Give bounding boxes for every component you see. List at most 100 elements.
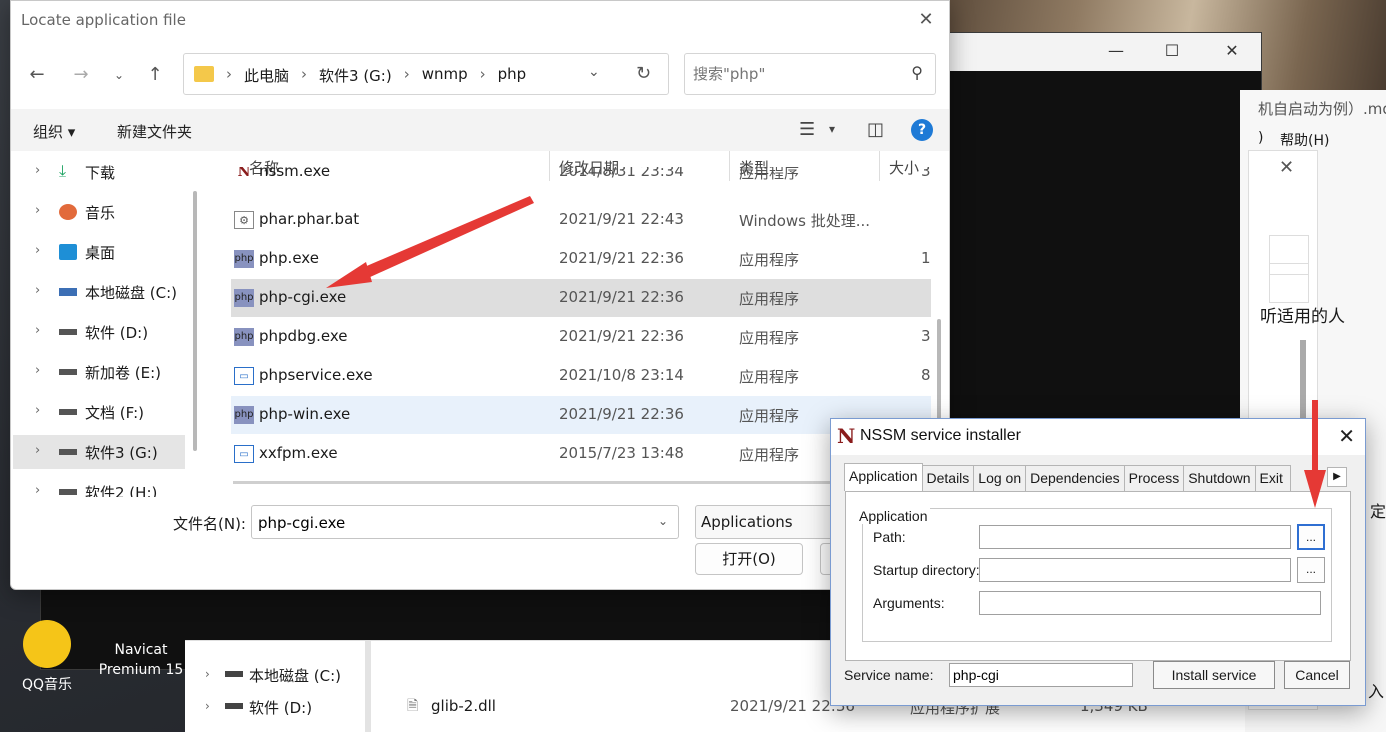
close-icon[interactable]: ✕ <box>1279 157 1294 178</box>
nav-item-drive-c[interactable]: › 本地磁盘 (C:) <box>13 275 185 309</box>
file-row[interactable]: php php.exe 2021/9/21 22:36 应用程序 1 <box>231 240 931 278</box>
back-arrow-icon[interactable]: ← <box>23 61 51 89</box>
filename-input[interactable] <box>258 512 638 534</box>
bg-nav-item[interactable]: 本地磁盘 (C:) <box>249 665 341 686</box>
tab-details[interactable]: Details <box>921 465 975 491</box>
chevron-right-icon[interactable]: › <box>35 483 40 497</box>
chevron-right-icon[interactable]: › <box>205 699 210 713</box>
file-row[interactable]: php php-win.exe 2021/9/21 22:36 应用程序 <box>231 396 931 434</box>
chevron-down-icon[interactable]: ▾ <box>829 122 835 136</box>
nssm-installer-dialog: N NSSM service installer ✕ Application D… <box>830 418 1366 706</box>
desktop-icon-qqmusic[interactable]: QQ音乐 <box>2 620 92 694</box>
path-input[interactable] <box>979 525 1291 549</box>
maximize-icon[interactable]: ☐ <box>1157 41 1187 63</box>
help-icon[interactable]: ? <box>911 119 933 141</box>
nssm-tab-strip: Application Details Log on Dependencies … <box>844 463 1291 491</box>
file-size: 3 <box>921 327 931 345</box>
nav-item-drive-d[interactable]: › 软件 (D:) <box>13 315 185 349</box>
chevron-right-icon[interactable]: › <box>35 363 40 378</box>
breadcrumb-item[interactable]: 此电脑 <box>244 65 289 86</box>
search-box[interactable]: ⚲ <box>684 53 936 95</box>
install-service-button[interactable]: Install service <box>1153 661 1275 689</box>
nav-item-drive-g[interactable]: › 软件3 (G:) <box>13 435 185 469</box>
tab-exit[interactable]: Exit <box>1254 465 1291 491</box>
startup-directory-input[interactable] <box>979 558 1291 582</box>
close-icon[interactable]: ✕ <box>913 7 939 33</box>
file-row[interactable]: ▭ phpservice.exe 2021/10/8 23:14 应用程序 8 <box>231 357 931 395</box>
nav-item-drive-h[interactable]: › 软件2 (H:) <box>13 475 185 497</box>
file-name: xxfpm.exe <box>259 444 338 462</box>
desktop-icon <box>59 244 77 260</box>
chevron-right-icon[interactable]: › <box>35 323 40 338</box>
editor-menu-help[interactable]: 帮助(H) <box>1280 130 1329 150</box>
tab-shutdown[interactable]: Shutdown <box>1183 465 1256 491</box>
nav-item-label: 音乐 <box>85 204 116 222</box>
address-bar[interactable]: › 此电脑 › 软件3 (G:) › wnmp › php ⌄ ↻ <box>183 53 669 95</box>
file-row[interactable]: php phpdbg.exe 2021/9/21 22:36 应用程序 3 <box>231 318 931 356</box>
new-folder-button[interactable]: 新建文件夹 <box>117 121 192 142</box>
breadcrumb-item[interactable]: 软件3 (G:) <box>319 65 392 86</box>
file-name: nssm.exe <box>259 167 331 180</box>
service-name-field[interactable] <box>949 663 1133 687</box>
file-row[interactable]: ⚙ phar.phar.bat 2021/9/21 22:43 Windows … <box>231 201 931 239</box>
open-button[interactable]: 打开(O) <box>695 543 803 575</box>
cancel-button[interactable]: Cancel <box>1284 661 1350 689</box>
chevron-right-icon[interactable]: › <box>35 403 40 418</box>
organize-button[interactable]: 组织 ▾ <box>33 121 75 142</box>
file-name: php.exe <box>259 249 319 267</box>
arguments-input[interactable] <box>979 591 1321 615</box>
chevron-right-icon[interactable]: › <box>35 203 40 218</box>
up-arrow-icon[interactable]: ↑ <box>141 61 169 89</box>
service-name-input[interactable] <box>953 667 1123 683</box>
view-options-icon[interactable]: ☰ <box>799 119 815 140</box>
bg-nav-item[interactable]: 软件 (D:) <box>249 697 312 718</box>
breadcrumb-item[interactable]: php <box>498 65 527 86</box>
chevron-right-icon[interactable]: › <box>205 667 210 681</box>
file-date: 2021/9/21 22:36 <box>559 288 684 306</box>
file-type: 应用程序 <box>739 368 800 386</box>
forward-arrow-icon[interactable]: → <box>67 61 95 89</box>
arguments-label: Arguments: <box>873 595 945 611</box>
desktop-icon-navicat[interactable]: Navicat Premium 15 <box>96 640 186 680</box>
startup-browse-button[interactable]: ... <box>1297 557 1325 583</box>
tab-log-on[interactable]: Log on <box>973 465 1027 491</box>
nav-item-downloads[interactable]: › ⤓ 下载 <box>13 155 185 189</box>
navigation-pane: › ⤓ 下载 › 音乐 › 桌面 › 本地磁盘 (C:) › 软件 (D:) ›… <box>11 151 195 497</box>
nav-item-drive-f[interactable]: › 文档 (F:) <box>13 395 185 429</box>
nav-item-music[interactable]: › 音乐 <box>13 195 185 229</box>
close-icon[interactable]: ✕ <box>1338 424 1355 449</box>
file-date: 2014/8/31 23:34 <box>559 167 684 180</box>
sort-up-icon: ⌃ <box>391 151 401 157</box>
exe-file-icon: ▭ <box>234 367 254 385</box>
bg-file-name[interactable]: glib-2.dll <box>431 697 496 715</box>
chevron-right-icon[interactable]: › <box>35 243 40 258</box>
tab-application[interactable]: Application <box>844 463 923 491</box>
minimize-icon[interactable]: — <box>1101 41 1131 63</box>
filename-combo[interactable]: ⌄ <box>251 505 679 539</box>
qqmusic-icon <box>23 620 71 668</box>
file-row[interactable]: ▭ xxfpm.exe 2015/7/23 13:48 应用程序 <box>231 435 931 473</box>
chevron-right-icon[interactable]: › <box>35 163 40 178</box>
chevron-down-icon[interactable]: ⌄ <box>658 514 668 528</box>
nav-item-desktop[interactable]: › 桌面 <box>13 235 185 269</box>
nav-item-drive-e[interactable]: › 新加卷 (E:) <box>13 355 185 389</box>
path-browse-button[interactable]: ... <box>1297 524 1325 550</box>
nav-scrollbar[interactable] <box>193 191 197 451</box>
breadcrumb-item[interactable]: wnmp <box>422 65 468 86</box>
command-bar: 组织 ▾ 新建文件夹 ☰ ▾ ◫ ? <box>11 109 949 151</box>
tab-dependencies[interactable]: Dependencies <box>1025 465 1125 491</box>
preview-pane-icon[interactable]: ◫ <box>867 119 884 140</box>
refresh-icon[interactable]: ↻ <box>636 63 651 84</box>
search-input[interactable] <box>693 63 893 85</box>
tab-scroll-right-icon[interactable]: ▶ <box>1327 467 1347 487</box>
file-row[interactable]: N nssm.exe 2014/8/31 23:34 应用程序 3 <box>231 167 931 189</box>
recent-dropdown-icon[interactable]: ⌄ <box>105 61 133 89</box>
file-row-selected[interactable]: php php-cgi.exe 2021/9/21 22:36 应用程序 <box>231 279 931 317</box>
chevron-right-icon[interactable]: › <box>35 283 40 298</box>
chevron-down-icon[interactable]: ⌄ <box>588 64 600 80</box>
chevron-right-icon[interactable]: › <box>35 443 40 458</box>
close-icon[interactable]: ✕ <box>1217 41 1247 63</box>
tab-process[interactable]: Process <box>1123 465 1185 491</box>
nav-item-label: 下载 <box>85 164 116 182</box>
filename-label: 文件名(N): <box>173 515 246 533</box>
